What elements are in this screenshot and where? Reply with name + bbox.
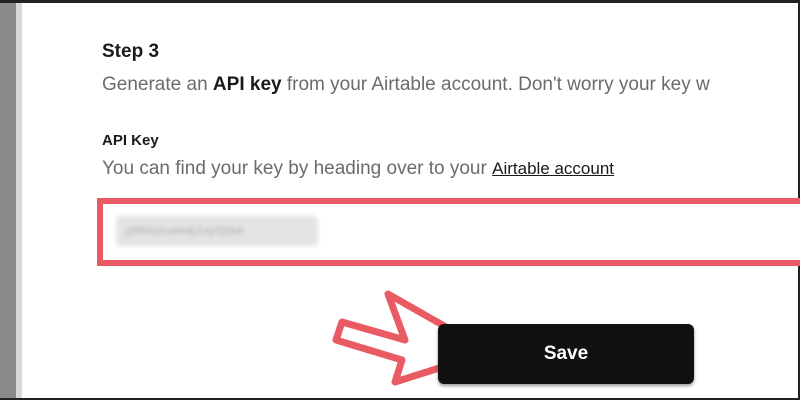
left-rail: [0, 0, 22, 400]
api-key-help-text: You can find your key by heading over to…: [102, 158, 493, 179]
frame-border-top: [0, 0, 800, 3]
api-key-label: API Key: [102, 132, 159, 149]
step-desc-suffix: from your Airtable account. Don't worry …: [281, 74, 710, 95]
airtable-account-link[interactable]: Airtable account: [492, 159, 614, 178]
save-button[interactable]: Save: [438, 324, 694, 384]
api-key-help: You can find your key by heading over to…: [102, 158, 614, 180]
step-desc-bold: API key: [212, 74, 282, 95]
api-key-value-obscured: jjhbnj2ueedj1sj/(jtee: [116, 216, 318, 246]
step-desc-prefix: Generate an: [102, 74, 213, 95]
modal-frame: Step 3 Generate an API key from your Air…: [0, 0, 800, 400]
step-description: Generate an API key from your Airtable a…: [102, 74, 710, 96]
step-title: Step 3: [102, 41, 160, 62]
